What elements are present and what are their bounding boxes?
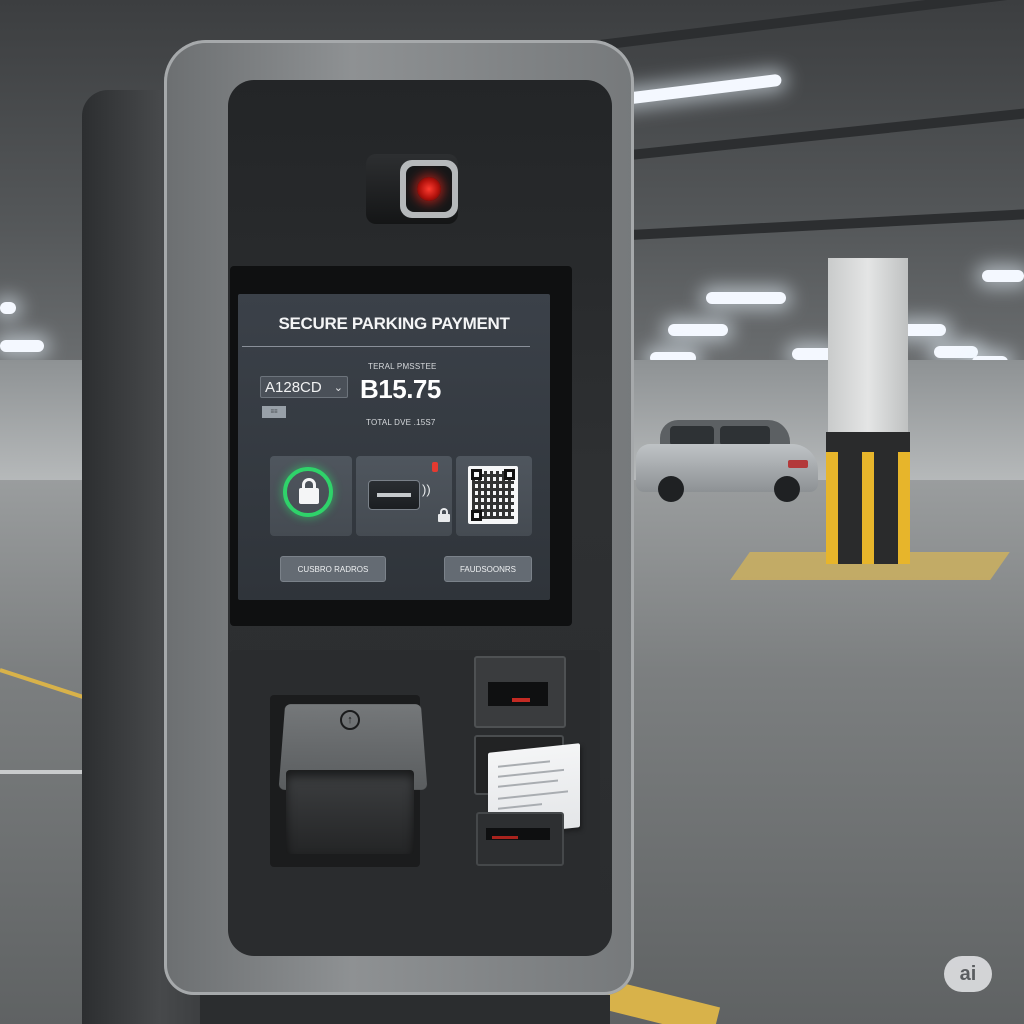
ceiling-light <box>982 270 1024 282</box>
qr-finder <box>471 469 482 480</box>
amount-due: B15.75 <box>360 374 441 404</box>
car-window <box>720 426 770 446</box>
parked-car <box>636 420 818 502</box>
padlock-body-icon <box>299 488 319 504</box>
security-camera <box>366 150 462 224</box>
pay-secure-tile[interactable] <box>270 456 352 536</box>
kiosk-base <box>200 995 610 1024</box>
card-reader-icon <box>368 480 420 510</box>
arrow-up-icon: ↑ <box>340 710 360 730</box>
contactless-icon: )) <box>422 482 431 497</box>
bollard-stripe <box>898 452 910 564</box>
camera-led-icon <box>417 177 441 201</box>
pay-qr-tile[interactable] <box>456 456 532 536</box>
left-action-button[interactable]: CUSBRO RADROS <box>280 556 386 582</box>
pay-card-tile[interactable]: )) <box>356 456 452 536</box>
car-window <box>670 426 714 446</box>
ticket-slot-indicator <box>512 698 530 702</box>
screen-title: SECURE PARKING PAYMENT <box>278 314 510 333</box>
card-return-indicator <box>492 836 518 839</box>
touch-screen[interactable]: SECURE PARKING PAYMENT TERAL PMSSTEE A12… <box>238 294 550 600</box>
car-wheel <box>658 476 684 502</box>
status-led-icon <box>432 462 438 472</box>
card-return-slot[interactable] <box>476 812 564 866</box>
small-padlock-icon <box>438 508 450 522</box>
cash-tray[interactable] <box>286 770 414 854</box>
chevron-down-icon: ⌄ <box>333 382 343 394</box>
qr-finder <box>504 469 515 480</box>
plate-value: A128CD <box>265 379 322 396</box>
ceiling-light <box>934 346 978 358</box>
concrete-pillar <box>828 258 908 433</box>
qr-finder <box>471 510 482 521</box>
ticket-slot-mouth <box>488 682 548 706</box>
ceiling-light <box>706 292 786 304</box>
ai-watermark: ai <box>944 956 992 992</box>
bollard-stripe <box>826 452 838 564</box>
floor-marking <box>0 770 90 774</box>
title-divider <box>242 346 530 347</box>
vehicle-tag-badge: ≡≡ <box>262 406 286 418</box>
bollard <box>826 432 910 564</box>
total-due-label: TOTAL DVE .15S7 <box>366 418 436 427</box>
ceiling-light <box>0 340 44 352</box>
bollard-stripe <box>862 452 874 564</box>
qr-code-icon <box>468 466 518 524</box>
rate-label: TERAL PMSSTEE <box>368 362 437 371</box>
car-taillight <box>788 460 808 468</box>
car-wheel <box>774 476 800 502</box>
ceiling-light <box>668 324 728 336</box>
ceiling-light <box>0 302 16 314</box>
right-action-button[interactable]: FAUDSOONRS <box>444 556 532 582</box>
ticket-slot[interactable] <box>474 656 566 728</box>
license-plate-select[interactable]: A128CD ⌄ <box>260 376 348 398</box>
